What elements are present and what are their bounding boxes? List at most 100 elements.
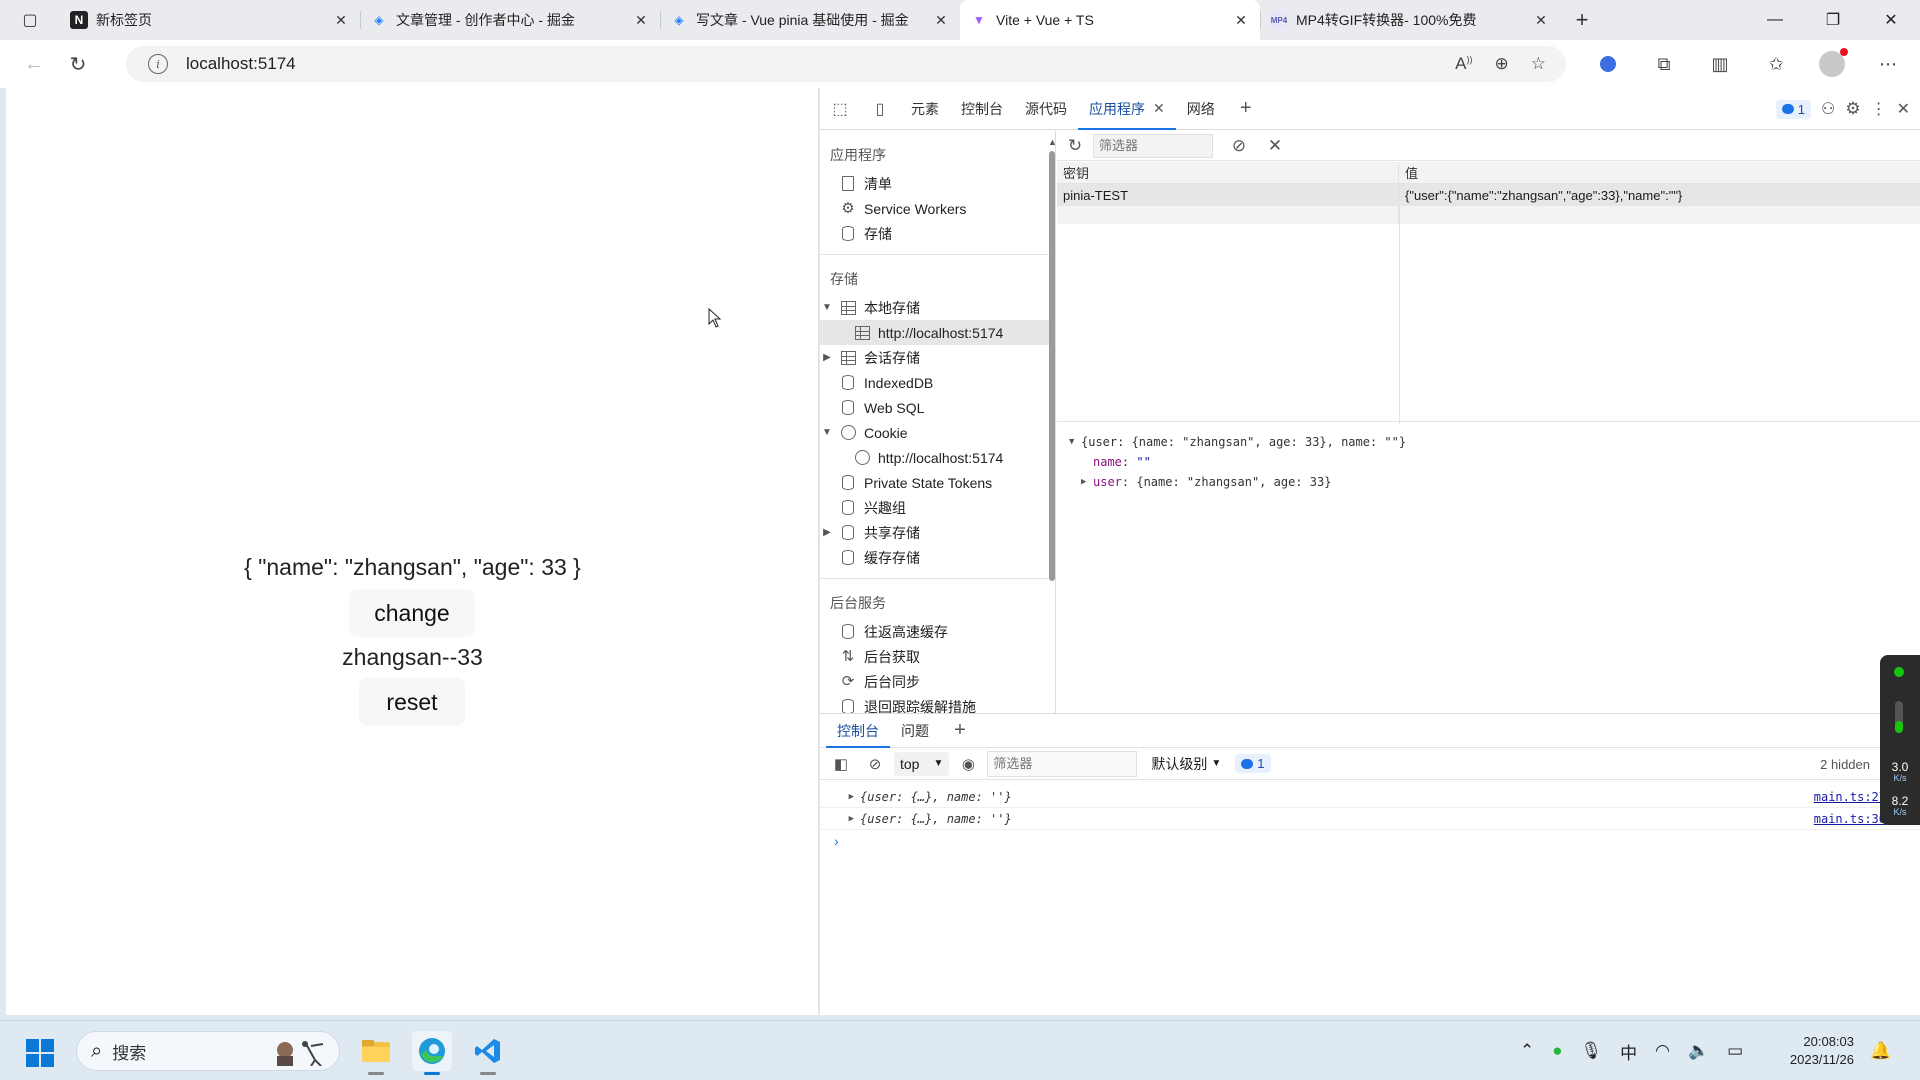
- close-icon[interactable]: ✕: [332, 12, 350, 29]
- windows-start-icon[interactable]: [26, 1039, 54, 1067]
- sidebar-item-local-origin[interactable]: http://localhost:5174: [820, 320, 1055, 345]
- sidebar-item-websql[interactable]: Web SQL: [820, 395, 1055, 420]
- storage-filter-input[interactable]: [1093, 133, 1213, 158]
- sidebar-item-indexeddb[interactable]: IndexedDB: [820, 370, 1055, 395]
- context-selector[interactable]: top ▼: [894, 751, 950, 776]
- preview-root[interactable]: ▼ {user: {name: "zhangsan", age: 33}, nam…: [1069, 432, 1920, 452]
- console-log-row[interactable]: ▶ {user: {…}, name: ''} main.ts:30: [820, 808, 1920, 830]
- preview-prop-user[interactable]: ▶ user: {name: "zhangsan", age: 33}: [1069, 472, 1920, 492]
- new-tab-button[interactable]: +: [1560, 0, 1604, 40]
- sidebar-vertical-scrollbar[interactable]: ▲ ▼: [1048, 137, 1055, 727]
- reset-button[interactable]: reset: [359, 678, 465, 726]
- info-icon[interactable]: i: [148, 54, 168, 74]
- console-messages-badge[interactable]: 1: [1235, 754, 1271, 773]
- log-source-link[interactable]: main.ts:30: [1814, 812, 1886, 826]
- clear-all-icon[interactable]: ⊘: [1221, 131, 1257, 161]
- more-vert-icon[interactable]: ⋮: [1871, 99, 1887, 119]
- more-menu-icon[interactable]: ⋯: [1860, 40, 1916, 88]
- log-object[interactable]: {user: {…}, name: ''}: [860, 812, 1012, 826]
- vscode-icon[interactable]: [468, 1031, 508, 1075]
- chevron-right-icon[interactable]: ▶: [820, 527, 834, 538]
- chevron-down-icon[interactable]: ▼: [820, 302, 834, 313]
- sidebar-item-manifest[interactable]: 清单: [820, 171, 1055, 196]
- sidebar-item-cookie-origin[interactable]: http://localhost:5174: [820, 445, 1055, 470]
- console-log-row[interactable]: ▶ {user: {…}, name: ''} main.ts:27: [820, 786, 1920, 808]
- volume-icon[interactable]: 🔈: [1688, 1041, 1709, 1061]
- sidebar-item-session-storage[interactable]: ▶ 会话存储: [820, 345, 1055, 370]
- console-prompt[interactable]: ›: [820, 830, 1920, 852]
- scrollbar-thumb[interactable]: [1049, 151, 1055, 581]
- restore-button[interactable]: ❐: [1804, 0, 1862, 40]
- console-filter-input[interactable]: [987, 750, 1138, 777]
- sidebar-item-interest-groups[interactable]: 兴趣组: [820, 495, 1055, 520]
- table-row-empty[interactable]: [1057, 206, 1920, 224]
- issues-badge[interactable]: 1: [1775, 99, 1811, 119]
- edge-browser-icon[interactable]: [412, 1031, 452, 1075]
- minimize-button[interactable]: —: [1746, 0, 1804, 40]
- profile-avatar[interactable]: [1804, 40, 1860, 88]
- device-emulation-icon[interactable]: ▯: [860, 88, 900, 130]
- chevron-right-icon[interactable]: ▶: [820, 814, 860, 824]
- add-tab-icon[interactable]: +: [1226, 88, 1266, 130]
- back-button[interactable]: ←: [14, 46, 54, 82]
- cell-value[interactable]: {"user":{"name":"zhangsan","age":33},"na…: [1399, 184, 1920, 206]
- tab-network[interactable]: 网络: [1176, 88, 1226, 130]
- sidebar-item-storage[interactable]: 存储: [820, 221, 1055, 246]
- browser-tab-3[interactable]: ◈ 写文章 - Vue pinia 基础使用 - 掘金 ✕: [660, 0, 960, 40]
- close-devtools-icon[interactable]: ✕: [1897, 99, 1910, 119]
- change-button[interactable]: change: [349, 589, 475, 637]
- taskbar-clock[interactable]: 20:08:03 2023/11/26: [1778, 1033, 1854, 1069]
- close-window-button[interactable]: ✕: [1862, 0, 1920, 40]
- column-header-value[interactable]: 值: [1399, 162, 1920, 183]
- sidebar-item-shared-storage[interactable]: ▶ 共享存储: [820, 520, 1055, 545]
- ime-indicator[interactable]: 中: [1620, 1039, 1637, 1064]
- log-object[interactable]: {user: {…}, name: ''}: [860, 790, 1012, 804]
- table-row[interactable]: pinia-TEST {"user":{"name":"zhangsan","a…: [1057, 184, 1920, 206]
- chevron-down-icon[interactable]: ▼: [820, 427, 834, 438]
- browser-tab-5[interactable]: MP4 MP4转GIF转换器- 100%免费 ✕: [1260, 0, 1560, 40]
- close-icon[interactable]: ✕: [632, 12, 650, 29]
- log-source-link[interactable]: main.ts:27: [1814, 790, 1886, 804]
- taskbar-search[interactable]: ⌕ 搜索: [76, 1031, 340, 1071]
- browser-tab-1[interactable]: N 新标签页 ✕: [60, 0, 360, 40]
- inspect-element-icon[interactable]: ⬚: [820, 88, 860, 130]
- microphone-icon[interactable]: 🎙: [1581, 1041, 1603, 1061]
- chevron-down-icon[interactable]: ▼: [1069, 437, 1081, 447]
- column-header-key[interactable]: 密钥: [1057, 162, 1399, 183]
- add-drawer-tab-icon[interactable]: +: [940, 719, 980, 742]
- wechat-icon[interactable]: ●: [1552, 1041, 1562, 1061]
- close-icon[interactable]: ✕: [1532, 12, 1550, 29]
- close-icon[interactable]: ✕: [1232, 12, 1250, 29]
- sidebar-item-local-storage[interactable]: ▼ 本地存储: [820, 295, 1055, 320]
- gear-icon[interactable]: ⚙: [1845, 99, 1860, 119]
- tab-sources[interactable]: 源代码: [1014, 88, 1078, 130]
- sidebar-item-background-fetch[interactable]: ⇅ 后台获取: [820, 644, 1055, 669]
- tab-elements[interactable]: 元素: [900, 88, 950, 130]
- tab-console[interactable]: 控制台: [950, 88, 1014, 130]
- tab-application[interactable]: 应用程序 ✕: [1078, 88, 1176, 130]
- sidebar-item-bfcache[interactable]: 往返高速缓存: [820, 619, 1055, 644]
- scroll-up-icon[interactable]: ▲: [1048, 137, 1055, 147]
- sidebar-item-cache-storage[interactable]: 缓存存储: [820, 545, 1055, 570]
- tab-actions-icon[interactable]: ▢: [0, 0, 60, 40]
- chevron-up-icon[interactable]: ⌃: [1520, 1041, 1534, 1061]
- sidebar-item-cookie[interactable]: ▼ Cookie: [820, 420, 1055, 445]
- browser-tab-2[interactable]: ◈ 文章管理 - 创作者中心 - 掘金 ✕: [360, 0, 660, 40]
- browser-tab-4[interactable]: ▼ Vite + Vue + TS ✕: [960, 0, 1260, 40]
- split-screen-icon[interactable]: ▥: [1692, 40, 1748, 88]
- close-icon[interactable]: ✕: [932, 12, 950, 29]
- sidebar-item-background-sync[interactable]: ⟳ 后台同步: [820, 669, 1055, 694]
- read-aloud-icon[interactable]: A)): [1455, 54, 1472, 74]
- favorite-star-icon[interactable]: ☆: [1531, 54, 1546, 74]
- clear-console-icon[interactable]: ⊘: [860, 749, 890, 779]
- cell-key[interactable]: pinia-TEST: [1057, 184, 1399, 206]
- zoom-icon[interactable]: ⊕: [1495, 54, 1509, 74]
- log-level-select[interactable]: 默认级别 ▼: [1151, 754, 1221, 774]
- sidebar-item-private-state-tokens[interactable]: Private State Tokens: [820, 470, 1055, 495]
- sidebar-toggle-icon[interactable]: ◧: [826, 749, 856, 779]
- connect-icon[interactable]: ⚇: [1821, 99, 1835, 119]
- reload-button[interactable]: ↻: [58, 46, 98, 82]
- extension-icon[interactable]: [1580, 40, 1636, 88]
- drawer-tab-issues[interactable]: 问题: [890, 714, 940, 748]
- chevron-right-icon[interactable]: ▶: [820, 792, 860, 802]
